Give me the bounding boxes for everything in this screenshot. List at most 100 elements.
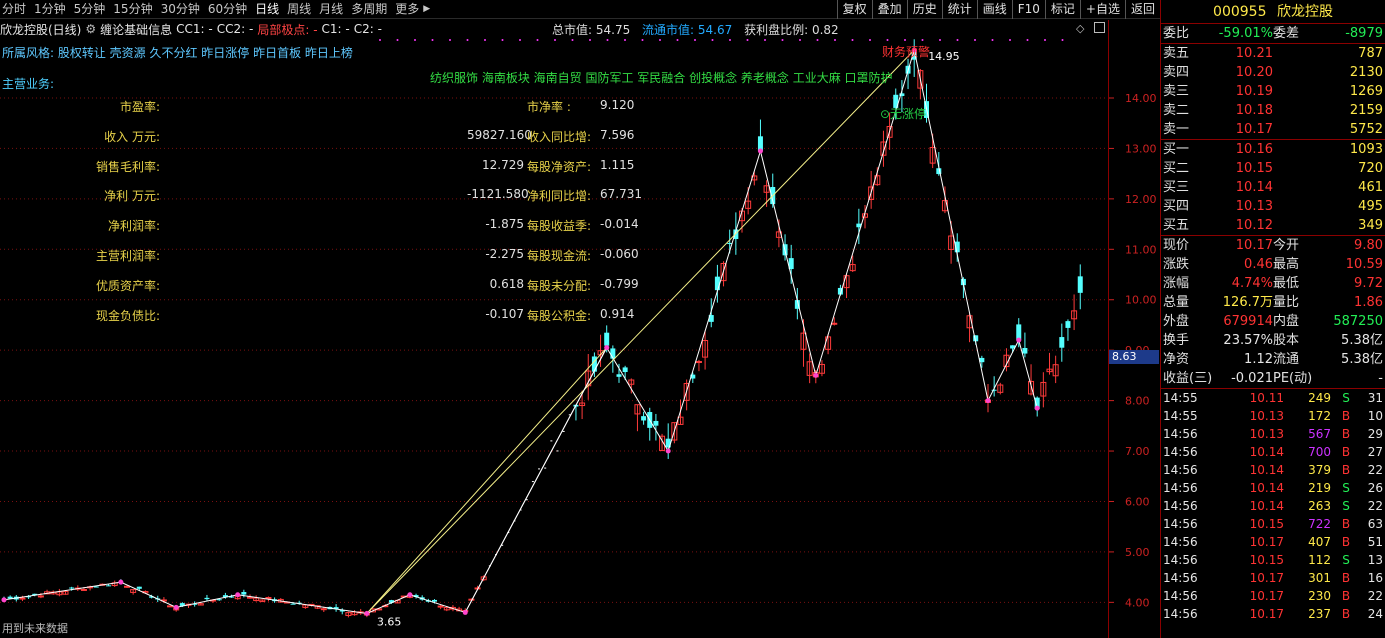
tick-row: 14:56 10.14 219 S 26 xyxy=(1161,479,1385,497)
finance-value: 9.120 xyxy=(600,98,635,112)
toolbar-button[interactable]: 历史 xyxy=(906,0,942,19)
toolbar-button[interactable]: 复权 xyxy=(836,0,872,19)
period-tab[interactable]: 1分钟 xyxy=(30,0,70,19)
quote-value: 461 xyxy=(1358,180,1383,195)
main-business: 主营业务: xyxy=(2,77,55,91)
period-tab[interactable]: 分时 xyxy=(0,0,30,19)
toolbar-button[interactable]: 返回 xyxy=(1124,0,1160,19)
signal-dot xyxy=(816,39,819,41)
period-tab[interactable]: 15分钟 xyxy=(109,0,156,19)
period-tab[interactable]: 更多 xyxy=(391,0,423,19)
tick-time: 14:56 xyxy=(1163,481,1198,495)
signal-dot xyxy=(991,39,994,41)
signal-dot xyxy=(904,39,906,41)
trend-line xyxy=(366,347,608,614)
quote-label: 最低 xyxy=(1273,276,1300,291)
finance-key: 现金负债比: xyxy=(95,308,160,323)
signal-dot xyxy=(1009,39,1011,41)
period-tab[interactable]: 月线 xyxy=(315,0,347,19)
candle-body xyxy=(622,367,628,373)
finance-key: 每股未分配: xyxy=(527,278,592,293)
tick-time: 14:56 xyxy=(1163,427,1198,441)
kline-chart[interactable]: 4.005.006.007.008.009.0010.0011.0012.001… xyxy=(0,20,1160,638)
period-tab[interactable]: 60分钟 xyxy=(204,0,251,19)
stock-code: 000955 xyxy=(1213,4,1267,20)
chart-collapse-icon[interactable]: ◇ xyxy=(1076,22,1084,35)
quote-value: 10.59 xyxy=(1345,257,1383,272)
finance-value: -0.799 xyxy=(600,276,639,291)
signal-dot xyxy=(554,39,556,41)
signal-dot xyxy=(396,39,399,41)
indicator-name[interactable]: 缠论基础信息 xyxy=(100,21,172,38)
more-arrow-icon[interactable]: ▶ xyxy=(423,0,434,19)
c2-value: C2: - xyxy=(353,22,382,36)
quote-value: 5.38亿 xyxy=(1341,333,1383,348)
tick-list[interactable]: 14:55 10.11 249 S 31 14:55 10.13 172 B 10 14:56 10.… xyxy=(1161,389,1385,623)
tick-count: 10 xyxy=(1367,409,1383,423)
candle-body xyxy=(641,416,647,421)
indicator-gear-icon[interactable]: ⚙ xyxy=(85,22,96,36)
tick-count: 63 xyxy=(1367,517,1383,531)
quote-value: 10.12 xyxy=(1235,218,1273,233)
finance-key: 收入 万元: xyxy=(104,129,160,144)
candle-body xyxy=(1022,347,1028,354)
total-cap-value: 54.75 xyxy=(595,23,631,37)
pivot-marker xyxy=(173,604,179,610)
tick-price: 10.14 xyxy=(1249,445,1284,459)
tick-time: 14:56 xyxy=(1163,445,1198,459)
tick-volume: 249 xyxy=(1308,391,1331,405)
tick-price: 10.14 xyxy=(1249,463,1284,477)
toolbar-button[interactable]: 标记 xyxy=(1044,0,1080,19)
quote-value: 495 xyxy=(1358,199,1383,214)
period-tab[interactable]: 多周期 xyxy=(347,0,391,19)
axis-separator xyxy=(1108,20,1109,638)
signal-dot xyxy=(659,39,661,41)
signal-dot xyxy=(711,39,714,41)
quote-row: 换手 23.57% 股本 5.38亿 xyxy=(1161,331,1385,350)
signal-dot xyxy=(729,39,731,41)
pivot-marker xyxy=(813,372,819,378)
chart-window-icon[interactable] xyxy=(1094,22,1105,33)
candle-body xyxy=(106,585,112,587)
quote-label: 股本 xyxy=(1273,333,1300,348)
candle-body xyxy=(37,595,44,598)
y-tick-label: 8.00 xyxy=(1125,395,1150,408)
tick-row: 14:55 10.13 172 B 10 xyxy=(1161,407,1385,425)
finance-value: 0.914 xyxy=(600,306,635,321)
tick-side: S xyxy=(1342,481,1350,495)
candle-body xyxy=(290,603,296,605)
toolbar-button[interactable]: 画线 xyxy=(976,0,1012,19)
finance-value: -1.875 xyxy=(485,217,524,232)
finance-key: 收入同比增: xyxy=(527,129,592,144)
signal-dot xyxy=(431,39,434,41)
finance-value: 0.618 xyxy=(489,276,524,291)
signal-dot xyxy=(886,39,889,41)
tick-volume: 112 xyxy=(1308,553,1331,567)
period-tab[interactable]: 5分钟 xyxy=(70,0,110,19)
quote-row: 净资 1.12 流通 5.38亿 xyxy=(1161,350,1385,369)
tick-count: 22 xyxy=(1367,463,1383,477)
period-tab[interactable]: 30分钟 xyxy=(157,0,204,19)
toolbar-button[interactable]: 叠加 xyxy=(871,0,907,19)
quote-value: 1.12 xyxy=(1244,352,1273,367)
quote-value: 10.14 xyxy=(1235,180,1273,195)
quote-row: 买二 10.15 720 xyxy=(1161,159,1385,178)
float-cap-label: 流通市值: xyxy=(642,23,698,37)
finance-value: 1.115 xyxy=(600,157,635,172)
trend-line xyxy=(464,347,608,613)
tick-volume: 172 xyxy=(1308,409,1331,423)
toolbar-button[interactable]: 统计 xyxy=(941,0,977,19)
candle-body xyxy=(265,597,272,600)
signal-dot xyxy=(414,39,416,41)
quote-label: 买三 xyxy=(1163,180,1190,195)
period-tab[interactable]: 周线 xyxy=(283,0,315,19)
tick-side: B xyxy=(1341,589,1351,603)
period-tab[interactable]: 日线 xyxy=(251,0,283,19)
toolbar-button[interactable]: +自选 xyxy=(1079,0,1125,19)
quote-label: 最高 xyxy=(1273,257,1300,272)
signal-dot xyxy=(1026,39,1029,41)
toolbar-button[interactable]: F10 xyxy=(1011,0,1045,19)
candle-body xyxy=(991,389,997,391)
tick-side: B xyxy=(1341,427,1351,441)
candle-body xyxy=(1059,337,1065,348)
